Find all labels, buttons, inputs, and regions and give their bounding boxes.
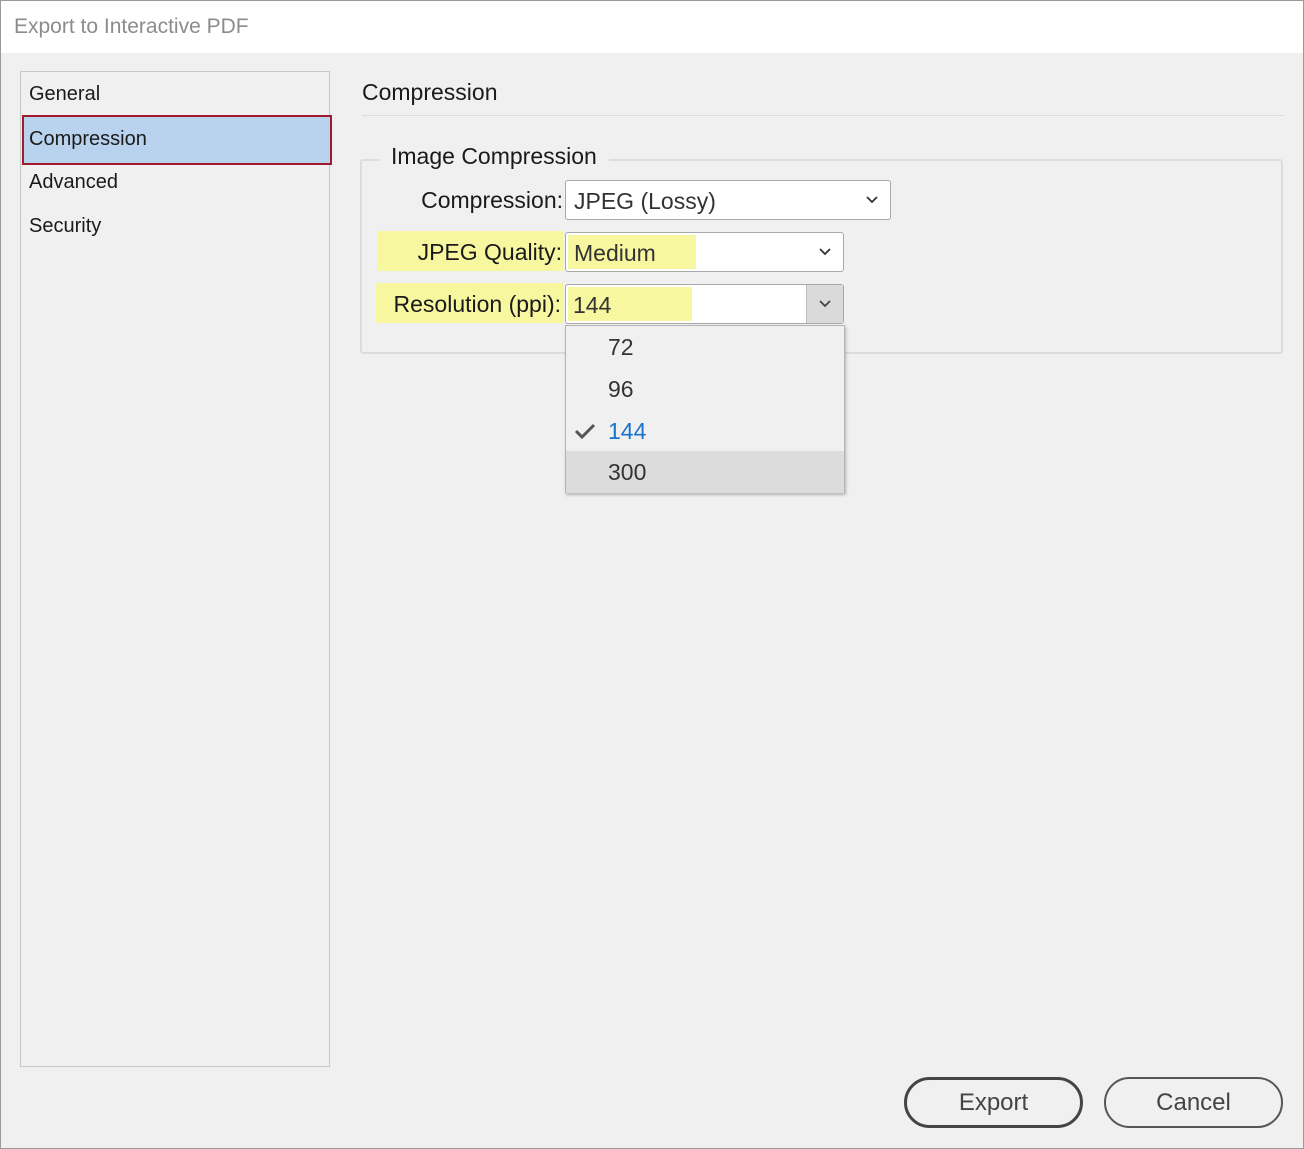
export-dialog: Export to Interactive PDF General Compre… <box>0 0 1304 1149</box>
chevron-down-icon <box>819 300 831 308</box>
cancel-button[interactable]: Cancel <box>1104 1077 1283 1128</box>
jpeg-quality-select[interactable]: Medium <box>565 232 844 272</box>
resolution-options-list: 72 96 144 300 <box>565 325 845 493</box>
chevron-down-icon <box>866 196 878 204</box>
chevron-down-icon <box>819 248 831 256</box>
window-title: Export to Interactive PDF <box>14 15 249 38</box>
group-title: Image Compression <box>379 143 609 170</box>
option-96[interactable]: 96 <box>566 368 844 410</box>
jpeg-quality-value: Medium <box>574 240 656 266</box>
sidebar-item-advanced[interactable]: Advanced <box>22 160 330 204</box>
export-button[interactable]: Export <box>904 1077 1083 1128</box>
option-144[interactable]: 144 <box>566 410 844 452</box>
resolution-dropdown-button[interactable] <box>806 285 843 323</box>
sidebar-item-compression[interactable]: Compression <box>22 115 332 165</box>
resolution-label: Resolution (ppi): <box>393 291 561 317</box>
compression-label: Compression: <box>421 187 563 213</box>
sidebar-item-security[interactable]: Security <box>22 204 330 248</box>
option-300[interactable]: 300 <box>566 451 844 493</box>
panel-divider <box>362 115 1284 116</box>
checkmark-icon <box>574 423 596 440</box>
sidebar-item-general[interactable]: General <box>22 72 330 116</box>
compression-value: JPEG (Lossy) <box>574 188 716 214</box>
panel-title: Compression <box>362 79 498 105</box>
compression-select[interactable]: JPEG (Lossy) <box>565 180 891 220</box>
category-sidebar: General Compression Advanced Security <box>20 71 332 1067</box>
resolution-select[interactable]: 144 <box>565 284 844 324</box>
resolution-value: 144 <box>573 292 612 318</box>
jpeg-quality-label: JPEG Quality: <box>417 239 562 265</box>
title-bar: Export to Interactive PDF <box>1 1 1303 53</box>
option-72[interactable]: 72 <box>566 326 844 368</box>
